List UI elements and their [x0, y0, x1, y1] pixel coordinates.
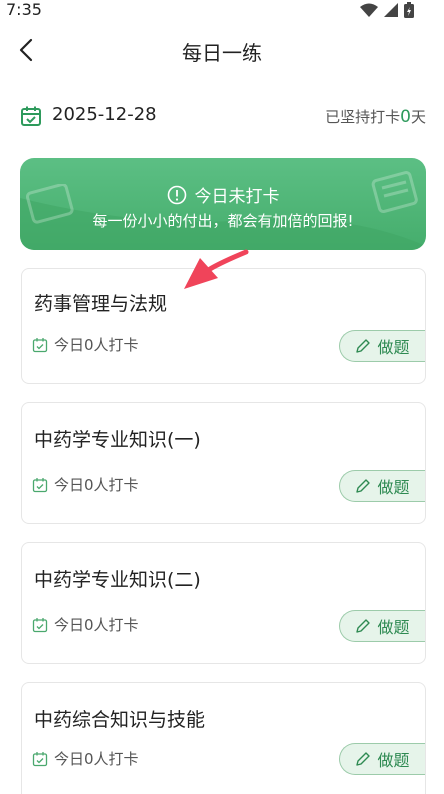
status-time: 7:35 [6, 0, 42, 19]
nav-bar: 每日一练 [0, 28, 444, 72]
signal-icon [384, 3, 398, 17]
checkin-count: 今日0人打卡 [32, 614, 139, 635]
pencil-icon [356, 752, 371, 766]
checkin-count-text: 今日0人打卡 [54, 476, 139, 494]
checkin-count: 今日0人打卡 [32, 474, 139, 495]
course-title: 中药学专业知识(一) [34, 429, 201, 451]
info-circle-icon [167, 185, 186, 204]
calendar-check-icon [32, 617, 48, 632]
status-bar: 7:35 [0, 0, 444, 22]
do-exercise-label: 做题 [377, 338, 410, 357]
streak-suffix: 天 [410, 108, 426, 126]
banner-slogan: 每一份小小的付出，都会有加倍的回报! [92, 212, 354, 230]
calendar-check-icon [32, 751, 48, 766]
do-exercise-button[interactable]: 做题 [339, 330, 425, 362]
checkin-banner: 今日未打卡 每一份小小的付出，都会有加倍的回报! [20, 158, 426, 250]
do-exercise-label: 做题 [377, 751, 410, 770]
checkin-count: 今日0人打卡 [32, 748, 139, 769]
streak-count: 0 [400, 107, 411, 127]
date-row: 2025-12-28 已坚持打卡0天 [20, 101, 426, 131]
battery-icon [404, 2, 414, 18]
do-exercise-button[interactable]: 做题 [339, 610, 425, 642]
do-exercise-label: 做题 [377, 618, 410, 637]
do-exercise-label: 做题 [377, 478, 410, 497]
checkin-count-text: 今日0人打卡 [54, 750, 139, 768]
checkin-count: 今日0人打卡 [32, 334, 139, 355]
status-icons [360, 2, 414, 18]
checkin-streak: 已坚持打卡0天 [325, 106, 426, 127]
checkin-count-text: 今日0人打卡 [54, 336, 139, 354]
wifi-icon [360, 3, 378, 17]
banner-status: 今日未打卡 [194, 187, 280, 207]
pencil-icon [356, 339, 371, 353]
course-card[interactable]: 药事管理与法规 今日0人打卡 做题 [21, 268, 426, 384]
checkin-count-text: 今日0人打卡 [54, 616, 139, 634]
course-card[interactable]: 中药学专业知识(二) 今日0人打卡 做题 [21, 542, 426, 664]
page-title: 每日一练 [182, 41, 262, 65]
pencil-icon [356, 479, 371, 493]
course-title: 中药综合知识与技能 [34, 709, 206, 731]
banner-status-row: 今日未打卡 [20, 182, 426, 207]
calendar-check-icon [32, 337, 48, 352]
course-card[interactable]: 中药综合知识与技能 今日0人打卡 做题 [21, 682, 426, 794]
calendar-check-icon [32, 477, 48, 492]
course-card[interactable]: 中药学专业知识(一) 今日0人打卡 做题 [21, 402, 426, 524]
streak-prefix: 已坚持打卡 [325, 108, 401, 126]
calendar-check-icon [21, 106, 41, 126]
pencil-icon [356, 619, 371, 633]
current-date: 2025-12-28 [52, 104, 157, 125]
do-exercise-button[interactable]: 做题 [339, 470, 425, 502]
do-exercise-button[interactable]: 做题 [339, 743, 425, 775]
course-title: 中药学专业知识(二) [34, 569, 201, 591]
course-title: 药事管理与法规 [34, 293, 168, 315]
